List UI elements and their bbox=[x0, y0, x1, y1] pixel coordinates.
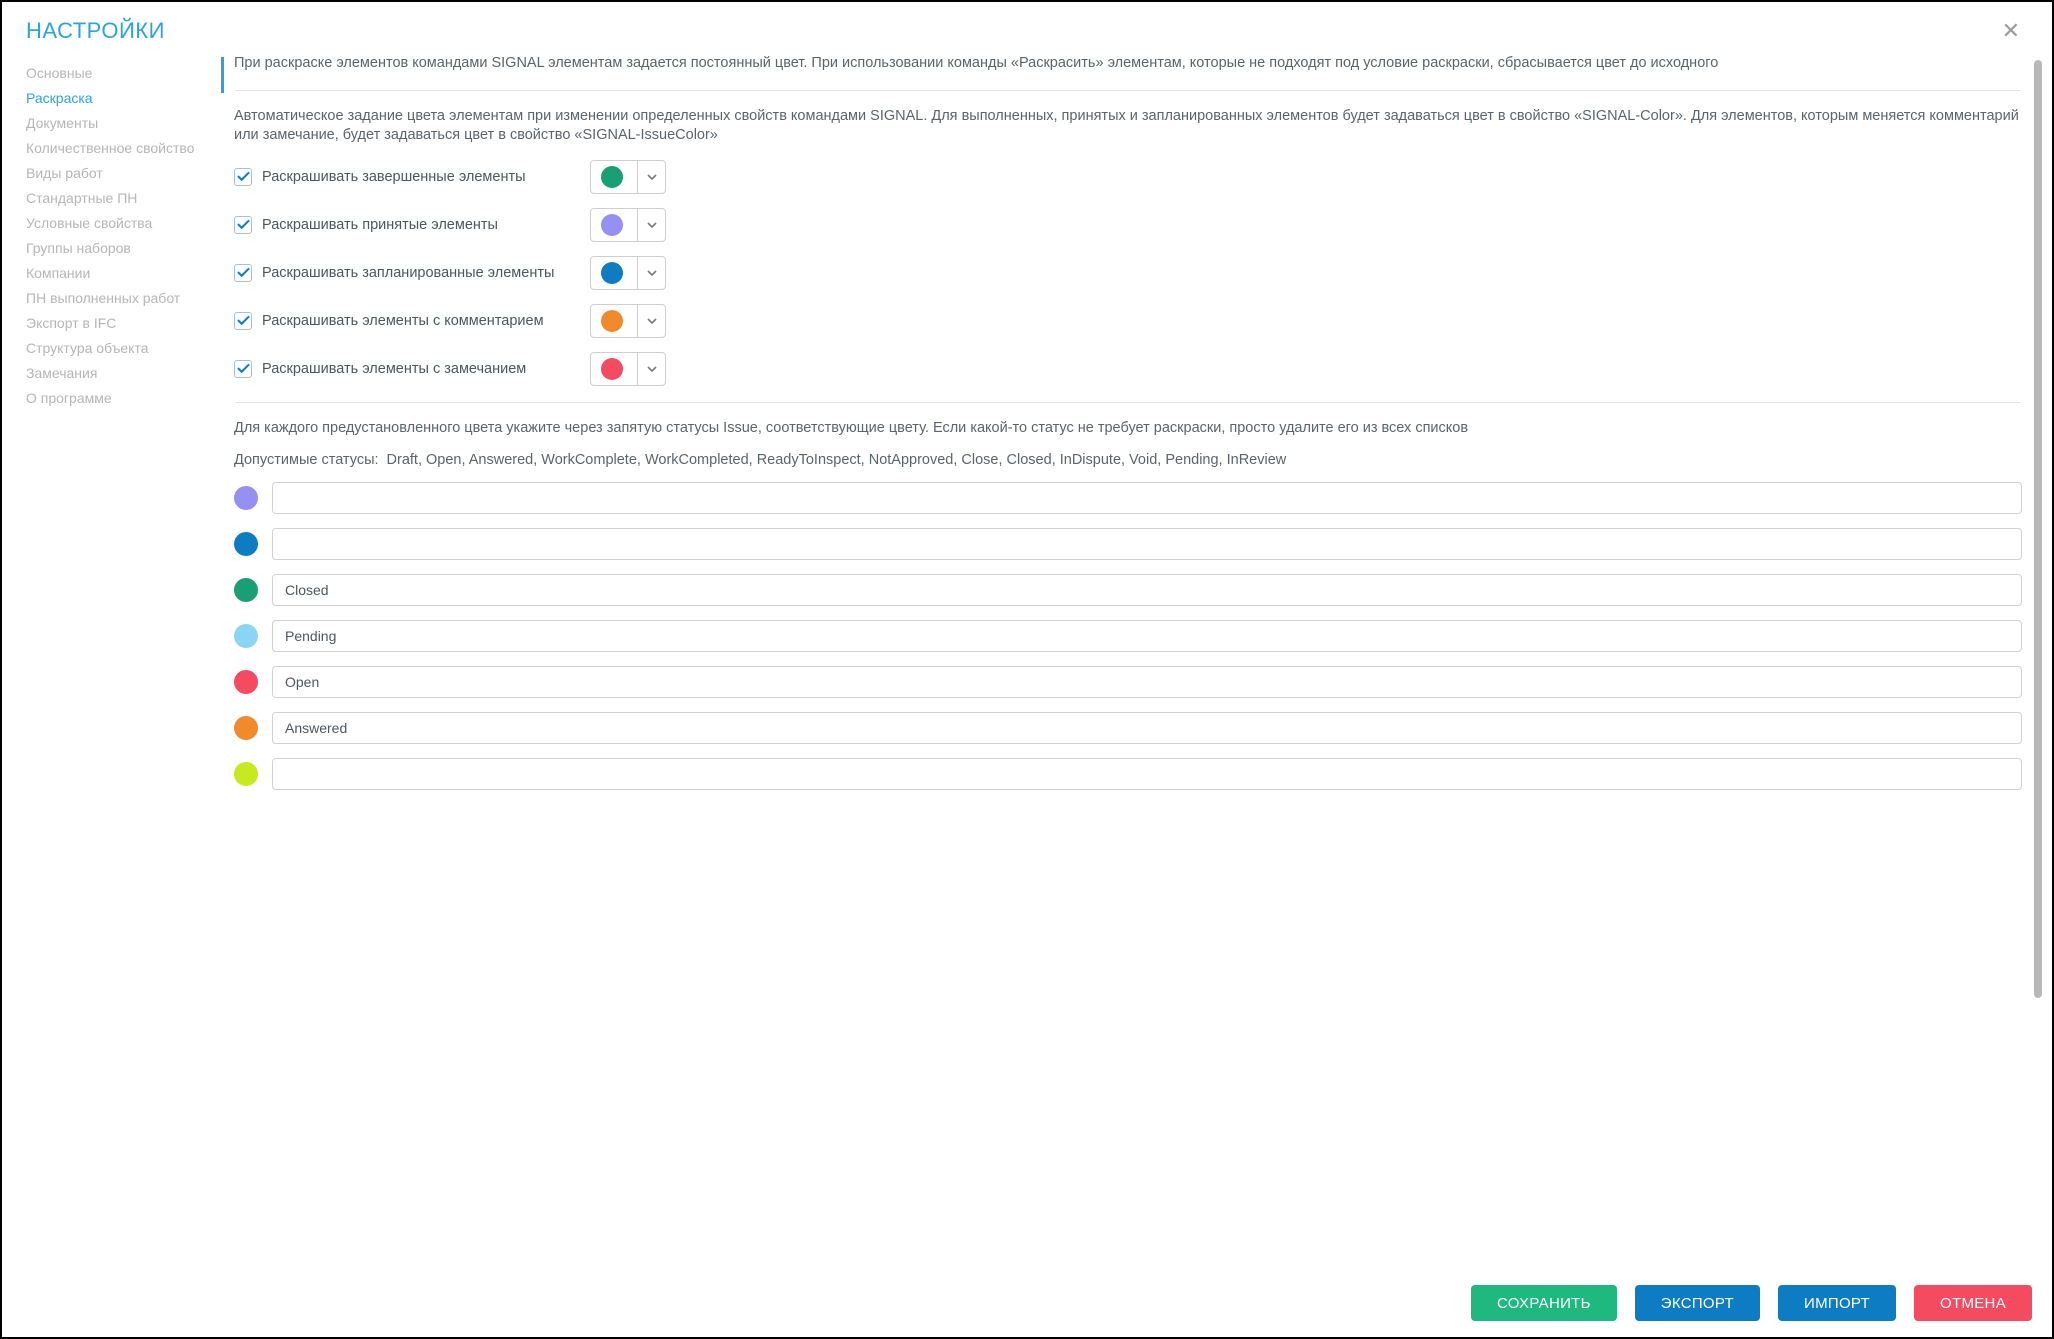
color-dot bbox=[234, 578, 258, 602]
chevron-down-icon bbox=[637, 209, 665, 241]
divider bbox=[236, 402, 2020, 403]
color-swatch bbox=[601, 358, 623, 380]
scrollbar-thumb[interactable] bbox=[2034, 60, 2042, 998]
color-select[interactable] bbox=[590, 256, 666, 290]
sidebar-item-about[interactable]: О программе bbox=[26, 385, 221, 410]
export-button[interactable]: ЭКСПОРТ bbox=[1635, 1285, 1760, 1321]
sidebar-item-quantity[interactable]: Количественное свойство bbox=[26, 135, 221, 160]
main-content: При раскраске элементов командами SIGNAL… bbox=[234, 54, 2044, 1269]
status-input[interactable] bbox=[272, 666, 2022, 698]
status-input[interactable] bbox=[272, 620, 2022, 652]
color-dot bbox=[234, 624, 258, 648]
chevron-down-icon bbox=[637, 353, 665, 385]
check-icon bbox=[237, 315, 250, 326]
color-dot bbox=[234, 716, 258, 740]
status-color-row bbox=[234, 528, 2022, 560]
statuses-label: Допустимые статусы: bbox=[234, 452, 379, 468]
color-dot bbox=[234, 762, 258, 786]
body: Основные Раскраска Документы Количествен… bbox=[2, 54, 2052, 1269]
checkbox-label: Раскрашивать завершенные элементы bbox=[262, 169, 580, 185]
status-color-row bbox=[234, 482, 2022, 514]
sidebar-item-standard-pn[interactable]: Стандартные ПН bbox=[26, 185, 221, 210]
color-select[interactable] bbox=[590, 160, 666, 194]
close-button[interactable]: ✕ bbox=[1994, 16, 2028, 46]
sidebar-item-ifc-export[interactable]: Экспорт в IFC bbox=[26, 310, 221, 335]
color-select[interactable] bbox=[590, 352, 666, 386]
status-color-row bbox=[234, 666, 2022, 698]
status-color-row bbox=[234, 758, 2022, 790]
sidebar-item-completed-pn[interactable]: ПН выполненных работ bbox=[26, 285, 221, 310]
sidebar-item-structure[interactable]: Структура объекта bbox=[26, 335, 221, 360]
color-option-row: Раскрашивать завершенные элементы bbox=[234, 160, 2022, 194]
divider bbox=[236, 90, 2020, 91]
checkbox[interactable] bbox=[234, 312, 252, 330]
status-color-row bbox=[234, 620, 2022, 652]
checkbox-label: Раскрашивать элементы с комментарием bbox=[262, 313, 580, 329]
status-input[interactable] bbox=[272, 712, 2022, 744]
color-swatch bbox=[601, 262, 623, 284]
status-color-row bbox=[234, 574, 2022, 606]
color-swatch bbox=[601, 214, 623, 236]
sidebar-item-general[interactable]: Основные bbox=[26, 60, 221, 85]
color-swatch bbox=[601, 166, 623, 188]
header: НАСТРОЙКИ ✕ bbox=[2, 2, 2052, 54]
color-dot bbox=[234, 670, 258, 694]
scrollbar-track[interactable] bbox=[2034, 60, 2042, 1263]
color-option-row: Раскрашивать принятые элементы bbox=[234, 208, 2022, 242]
status-input[interactable] bbox=[272, 758, 2022, 790]
import-button[interactable]: ИМПОРТ bbox=[1778, 1285, 1896, 1321]
cancel-button[interactable]: ОТМЕНА bbox=[1914, 1285, 2032, 1321]
main-wrap: При раскраске элементов командами SIGNAL… bbox=[221, 54, 2044, 1269]
sidebar-item-coloring[interactable]: Раскраска bbox=[26, 85, 221, 110]
checkbox-label: Раскрашивать принятые элементы bbox=[262, 217, 580, 233]
sidebar-item-companies[interactable]: Компании bbox=[26, 260, 221, 285]
statuses-list: Draft, Open, Answered, WorkComplete, Wor… bbox=[387, 452, 1287, 468]
intro-text: При раскраске элементов командами SIGNAL… bbox=[234, 54, 2022, 74]
checkbox[interactable] bbox=[234, 168, 252, 186]
checkbox-label: Раскрашивать запланированные элементы bbox=[262, 265, 580, 281]
page-title: НАСТРОЙКИ bbox=[26, 18, 165, 44]
allowed-statuses: Допустимые статусы: Draft, Open, Answere… bbox=[234, 452, 2022, 468]
chevron-down-icon bbox=[637, 161, 665, 193]
color-swatch bbox=[601, 310, 623, 332]
checkbox[interactable] bbox=[234, 360, 252, 378]
color-select[interactable] bbox=[590, 304, 666, 338]
settings-window: НАСТРОЙКИ ✕ Основные Раскраска Документы… bbox=[0, 0, 2054, 1339]
color-select[interactable] bbox=[590, 208, 666, 242]
checkbox[interactable] bbox=[234, 216, 252, 234]
check-icon bbox=[237, 267, 250, 278]
status-color-row bbox=[234, 712, 2022, 744]
color-option-row: Раскрашивать элементы с комментарием bbox=[234, 304, 2022, 338]
save-button[interactable]: СОХРАНИТЬ bbox=[1471, 1285, 1617, 1321]
sidebar-item-conditional[interactable]: Условные свойства bbox=[26, 210, 221, 235]
sidebar-item-work-types[interactable]: Виды работ bbox=[26, 160, 221, 185]
active-indicator bbox=[221, 57, 224, 93]
sidebar-item-issues[interactable]: Замечания bbox=[26, 360, 221, 385]
color-dot bbox=[234, 532, 258, 556]
footer: СОХРАНИТЬ ЭКСПОРТ ИМПОРТ ОТМЕНА bbox=[2, 1269, 2052, 1337]
status-input[interactable] bbox=[272, 574, 2022, 606]
check-icon bbox=[237, 363, 250, 374]
color-option-row: Раскрашивать запланированные элементы bbox=[234, 256, 2022, 290]
status-input[interactable] bbox=[272, 482, 2022, 514]
checkbox[interactable] bbox=[234, 264, 252, 282]
checkbox-label: Раскрашивать элементы с замечанием bbox=[262, 361, 580, 377]
chevron-down-icon bbox=[637, 305, 665, 337]
color-option-row: Раскрашивать элементы с замечанием bbox=[234, 352, 2022, 386]
sidebar-item-documents[interactable]: Документы bbox=[26, 110, 221, 135]
status-intro: Для каждого предустановленного цвета ука… bbox=[234, 419, 2022, 439]
status-input[interactable] bbox=[272, 528, 2022, 560]
sidebar-item-set-groups[interactable]: Группы наборов bbox=[26, 235, 221, 260]
chevron-down-icon bbox=[637, 257, 665, 289]
check-icon bbox=[237, 171, 250, 182]
close-icon: ✕ bbox=[2002, 18, 2020, 43]
color-dot bbox=[234, 486, 258, 510]
auto-color-text: Автоматическое задание цвета элементам п… bbox=[234, 107, 2022, 146]
check-icon bbox=[237, 219, 250, 230]
sidebar: Основные Раскраска Документы Количествен… bbox=[26, 54, 221, 1269]
